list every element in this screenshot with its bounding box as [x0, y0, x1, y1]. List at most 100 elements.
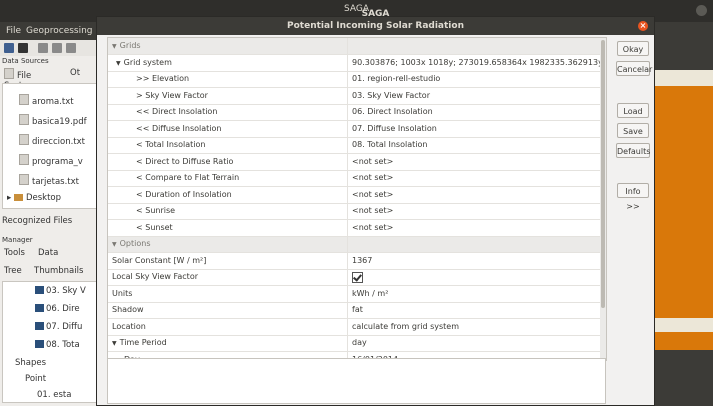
parameter-name: Shadow: [108, 302, 348, 318]
parameter-row[interactable]: < Direct to Diffuse Ratio <not set>: [108, 153, 606, 171]
parameter-value[interactable]: 90.303876; 1003x 1018y; 273019.658364x 1…: [349, 55, 602, 71]
defaults-button[interactable]: Defaults: [616, 143, 650, 158]
parameter-row[interactable]: < Sunrise <not set>: [108, 203, 606, 220]
layout-icon[interactable]: [52, 43, 62, 53]
parameters-grid: Day16/01/2014▼Time PerioddayLocationcalc…: [107, 37, 607, 361]
grid-item[interactable]: 03. Sky V: [35, 286, 86, 296]
parameter-value[interactable]: [349, 269, 602, 285]
file-item[interactable]: basica19.pdf: [19, 114, 87, 127]
parameter-value[interactable]: kWh / m²: [349, 286, 602, 302]
window-close-button[interactable]: [696, 5, 707, 16]
parameter-row[interactable]: Solar Constant [W / m²] 1367: [108, 252, 606, 270]
collapse-arrow-icon[interactable]: ▼: [112, 340, 117, 347]
open-icon[interactable]: [4, 43, 14, 53]
parameter-name: > Sky View Factor: [108, 87, 348, 104]
parameter-row[interactable]: < Compare to Flat Terrain <not set>: [108, 170, 606, 187]
tab-data[interactable]: Data: [36, 248, 60, 258]
shapes-node[interactable]: Shapes: [15, 358, 46, 368]
file-icon: [19, 94, 29, 105]
file-system-icon: [4, 68, 14, 79]
file-item[interactable]: programa_v: [19, 154, 83, 167]
left-panel: Data Sources File System Ot aroma.txt ba…: [0, 56, 100, 406]
parameter-row[interactable]: Local Sky View Factor: [108, 269, 606, 286]
parameter-value[interactable]: fat: [349, 302, 602, 318]
file-item[interactable]: direccion.txt: [19, 134, 85, 147]
parameter-name: < Total Insolation: [108, 137, 348, 153]
collapse-arrow-icon[interactable]: ▼: [112, 43, 117, 50]
tab-thumbnails[interactable]: Thumbnails: [32, 266, 85, 276]
table-icon[interactable]: [38, 43, 48, 53]
point-node[interactable]: Point: [25, 374, 46, 384]
menu-geoprocessing[interactable]: Geoprocessing: [26, 26, 93, 36]
parameter-value[interactable]: 03. Sky View Factor: [349, 88, 602, 104]
parameter-value[interactable]: <not set>: [349, 187, 602, 203]
parameter-value[interactable]: day: [349, 335, 602, 351]
parameter-row[interactable]: Units kWh / m²: [108, 285, 606, 303]
desktop-folder[interactable]: ▸ Desktop: [7, 193, 61, 203]
manager-label: Manager: [2, 236, 33, 244]
collapse-arrow-icon[interactable]: ▼: [116, 60, 121, 67]
info-button[interactable]: Info >>: [617, 183, 649, 211]
grid-item[interactable]: 08. Tota: [35, 340, 80, 350]
map-view[interactable]: [652, 70, 713, 350]
category-row[interactable]: ▼ Options: [108, 236, 606, 253]
map-bottom-ruler: [652, 318, 713, 332]
parameter-name: << Direct Insolation: [108, 104, 348, 120]
grid-icon: [35, 340, 44, 348]
parameter-value: [349, 38, 602, 54]
save-button[interactable]: Save: [617, 123, 649, 138]
menu-file[interactable]: File: [6, 26, 21, 36]
grid-icon: [35, 286, 44, 294]
parameter-row[interactable]: < Total Insolation 08. Total Insolation: [108, 137, 606, 154]
settings-icon[interactable]: [66, 43, 76, 53]
load-button[interactable]: Load: [617, 103, 649, 118]
parameter-row[interactable]: Shadow fat: [108, 302, 606, 319]
grid-item[interactable]: 06. Dire: [35, 304, 80, 314]
parameter-name: ▼ Grid system: [108, 54, 348, 71]
file-item[interactable]: tarjetas.txt: [19, 174, 79, 187]
cancel-button[interactable]: Cancelar: [616, 61, 652, 76]
parameter-value[interactable]: calculate from grid system: [349, 319, 602, 335]
parameter-row[interactable]: Location calculate from grid system: [108, 318, 606, 336]
parameter-name: << Diffuse Insolation: [108, 120, 348, 137]
dialog-close-button[interactable]: ×: [638, 21, 648, 31]
parameter-row[interactable]: >> Elevation 01. region-rell-estudio: [108, 71, 606, 88]
parameter-name: < Direct to Diffuse Ratio: [108, 153, 348, 170]
dialog-app-name: SAGA: [361, 9, 390, 19]
parameter-row[interactable]: > Sky View Factor 03. Sky View Factor: [108, 87, 606, 105]
tab-tree[interactable]: Tree: [2, 266, 24, 276]
parameter-name: Local Sky View Factor: [108, 269, 348, 285]
parameter-row[interactable]: << Diffuse Insolation 07. Diffuse Insolat…: [108, 120, 606, 138]
parameter-value[interactable]: 1367: [349, 253, 602, 269]
data-tree: 03. Sky V 06. Dire 07. Diffu 08. Tota Sh…: [2, 281, 100, 403]
grid-scrollbar[interactable]: [600, 38, 606, 360]
parameter-value[interactable]: <not set>: [349, 203, 602, 219]
parameter-value[interactable]: 08. Total Insolation: [349, 137, 602, 153]
parameter-value[interactable]: <not set>: [349, 154, 602, 170]
parameter-row[interactable]: < Duration of Insolation <not set>: [108, 186, 606, 204]
scrollbar-thumb[interactable]: [601, 40, 605, 308]
parameter-row[interactable]: < Sunset <not set>: [108, 219, 606, 237]
local-sky-view-factor-checkbox[interactable]: [352, 272, 363, 283]
shape-item[interactable]: 01. esta: [37, 390, 71, 400]
parameter-value[interactable]: <not set>: [349, 220, 602, 236]
grid-item[interactable]: 07. Diffu: [35, 322, 82, 332]
dialog-titlebar: SAGA Potential Incoming Solar Radiation …: [97, 9, 654, 35]
parameter-value[interactable]: 07. Diffuse Insolation: [349, 121, 602, 137]
parameter-name: < Sunrise: [108, 203, 348, 219]
save-icon[interactable]: [18, 43, 28, 53]
okay-button[interactable]: Okay: [617, 41, 649, 56]
description-panel: [107, 358, 606, 404]
parameter-row[interactable]: ▼ Grid system 90.303876; 1003x 1018y; 2730…: [108, 54, 606, 72]
parameter-value[interactable]: 01. region-rell-estudio: [349, 71, 602, 87]
tab-other[interactable]: Ot: [68, 68, 82, 78]
parameter-value[interactable]: <not set>: [349, 170, 602, 186]
collapse-arrow-icon[interactable]: ▼: [112, 241, 117, 248]
category-row[interactable]: ▼ Grids: [108, 38, 606, 55]
grid-icon: [35, 322, 44, 330]
tab-tools[interactable]: Tools: [2, 248, 27, 258]
parameter-row[interactable]: << Direct Insolation 06. Direct Insolatio…: [108, 104, 606, 121]
parameter-row[interactable]: ▼ Time Period day: [108, 335, 606, 352]
file-item[interactable]: aroma.txt: [19, 94, 74, 107]
parameter-value[interactable]: 06. Direct Insolation: [349, 104, 602, 120]
